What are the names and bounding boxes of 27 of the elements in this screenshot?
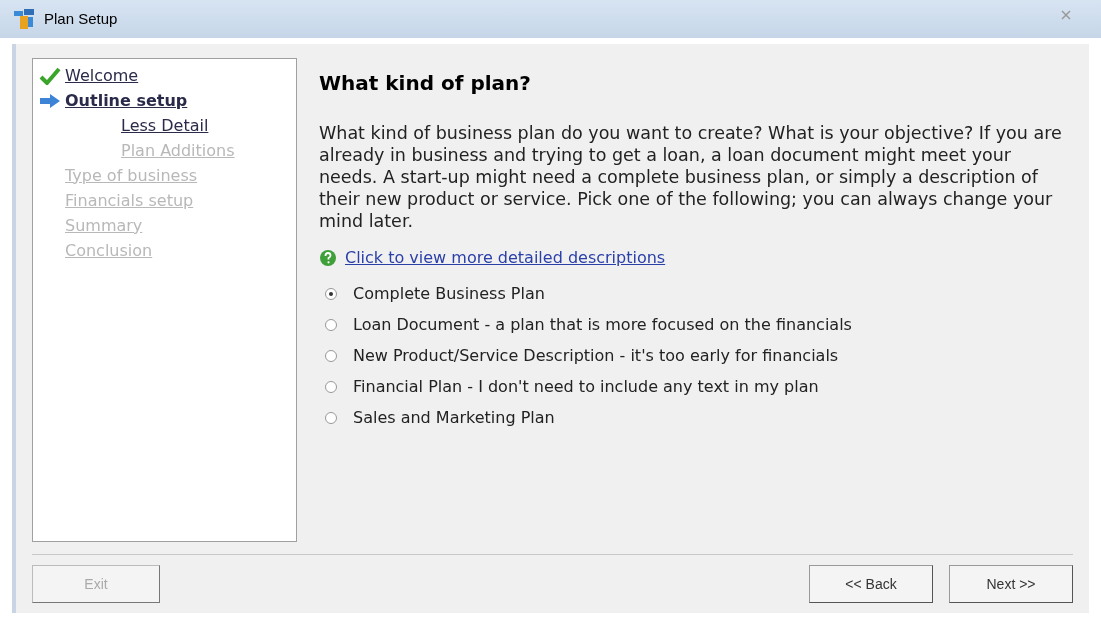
help-icon	[319, 249, 337, 267]
wizard-button[interactable]: << Back	[809, 565, 933, 603]
radio-button[interactable]	[325, 380, 337, 393]
option-label: Financial Plan - I don't need to include any text in my plan	[353, 375, 819, 398]
radio-option[interactable]: Complete Business Plan	[319, 278, 1073, 309]
option-label: Complete Business Plan	[353, 282, 545, 305]
radio-option[interactable]: Sales and Marketing Plan	[319, 402, 1073, 433]
option-label: Sales and Marketing Plan	[353, 406, 555, 429]
page-heading: What kind of plan?	[319, 70, 532, 97]
radio-button[interactable]	[325, 318, 337, 331]
help-link[interactable]: Click to view more detailed descriptions	[345, 246, 666, 270]
radio-button[interactable]	[325, 287, 337, 300]
close-icon	[1061, 10, 1071, 20]
description-text: What kind of business plan do you want to create? What is your objective? If you are already in business and trying to get a loan, a loan document might meet your needs. A start-up might need a complete business plan, or simply a description of their new product or service. Pick one of the following; you can always change your mind later.	[319, 122, 1063, 232]
radio-button[interactable]	[325, 411, 337, 424]
radio-option[interactable]: Loan Document - a plan that is more focused on the financials	[319, 309, 1073, 340]
wizard-button[interactable]: Next >>	[949, 565, 1073, 603]
window-title: Plan Setup	[44, 8, 118, 29]
radio-button[interactable]	[325, 349, 337, 362]
radio-option[interactable]: New Product/Service Description - it's too early for financials	[319, 340, 1073, 371]
radio-option[interactable]: Financial Plan - I don't need to include any text in my plan	[319, 371, 1073, 402]
step-link[interactable]: Outline setup	[65, 88, 188, 113]
step-link[interactable]: Less Detail	[121, 113, 209, 138]
option-label: Loan Document - a plan that is more focused on the financials	[353, 313, 852, 336]
option-label: New Product/Service Description - it's too early for financials	[353, 344, 839, 367]
step-link[interactable]: Welcome	[65, 63, 139, 88]
app-icon	[12, 7, 36, 31]
